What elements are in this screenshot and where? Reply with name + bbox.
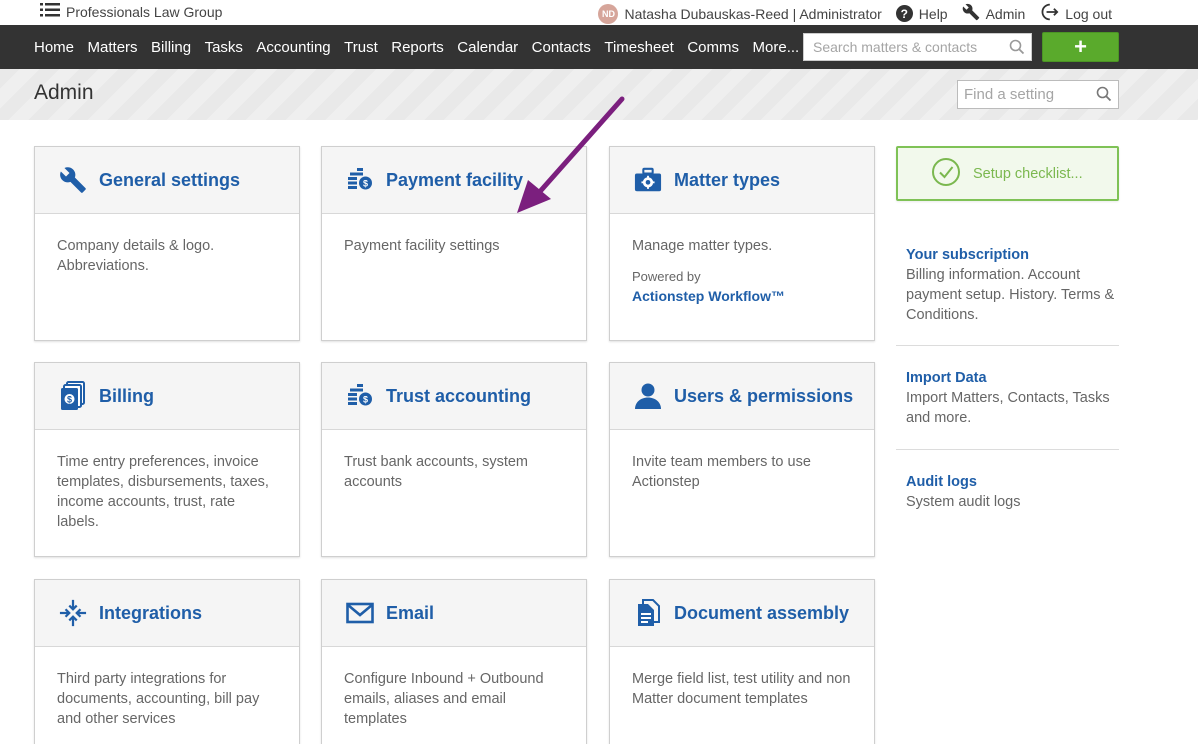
- toolbox-gear-icon: [634, 166, 662, 194]
- side-link-description: Import Matters, Contacts, Tasks and more…: [906, 390, 1110, 426]
- logout-link[interactable]: Log out: [1039, 3, 1112, 24]
- card-users-permissions[interactable]: Users & permissions Invite team members …: [609, 362, 875, 557]
- user-menu[interactable]: ND Natasha Dubauskas-Reed | Administrato…: [598, 3, 882, 24]
- side-link-subscription: Your subscription Billing information. A…: [906, 245, 1119, 325]
- card-description: Configure Inbound + Outbound emails, ali…: [344, 671, 544, 727]
- card-trust-accounting[interactable]: $ Trust accounting Trust bank accounts, …: [321, 362, 587, 557]
- find-setting-input[interactable]: [958, 81, 1088, 108]
- side-link-description: System audit logs: [906, 494, 1021, 510]
- user-name: Natasha Dubauskas-Reed | Administrator: [624, 5, 882, 22]
- integrations-icon: [59, 599, 87, 627]
- svg-text:$: $: [363, 179, 368, 189]
- card-title: Payment facility: [386, 169, 524, 190]
- card-general-settings[interactable]: General settings Company details & logo.…: [34, 146, 300, 341]
- card-title: Trust accounting: [386, 385, 532, 406]
- help-icon: ?: [895, 5, 913, 22]
- global-search: [803, 33, 1032, 61]
- main-nav: Home Matters Billing Tasks Accounting Tr…: [0, 25, 1198, 69]
- svg-text:$: $: [67, 395, 72, 405]
- card-matter-types[interactable]: Matter types Manage matter types. Powere…: [609, 146, 875, 341]
- side-link-import: Import Data Import Matters, Contacts, Ta…: [906, 368, 1119, 428]
- top-utility-bar: Professionals Law Group ND Natasha Dubau…: [0, 0, 1198, 25]
- find-setting-box: [957, 80, 1119, 109]
- card-title: Document assembly: [674, 602, 850, 623]
- search-icon[interactable]: [1009, 39, 1025, 60]
- nav-comms[interactable]: Comms: [687, 39, 739, 56]
- card-description: Time entry preferences, invoice template…: [57, 454, 269, 530]
- setup-checklist-button[interactable]: Setup checklist...: [896, 146, 1119, 201]
- add-new-button[interactable]: +: [1042, 32, 1119, 62]
- card-description: Payment facility settings: [344, 238, 500, 254]
- document-icon: [634, 599, 662, 627]
- card-billing[interactable]: $ Billing Time entry preferences, invoic…: [34, 362, 300, 557]
- nav-tasks[interactable]: Tasks: [205, 39, 243, 56]
- nav-contacts[interactable]: Contacts: [532, 39, 591, 56]
- check-circle-icon: [931, 157, 961, 191]
- card-description: Company details & logo. Abbreviations.: [57, 238, 215, 274]
- wrench-icon: [962, 3, 980, 24]
- actionstep-workflow-link[interactable]: Actionstep Workflow™: [632, 286, 852, 306]
- wrench-icon: [59, 166, 87, 194]
- nav-home[interactable]: Home: [34, 39, 74, 56]
- coins-icon: $: [346, 382, 374, 410]
- card-title: Users & permissions: [674, 385, 854, 406]
- search-input[interactable]: [804, 34, 1004, 60]
- page-header: Admin: [0, 69, 1198, 120]
- admin-label: Admin: [985, 5, 1026, 22]
- nav-calendar[interactable]: Calendar: [457, 39, 518, 56]
- avatar: ND: [598, 3, 619, 24]
- audit-logs-link[interactable]: Audit logs: [906, 472, 1119, 492]
- logout-label: Log out: [1065, 5, 1112, 22]
- nav-timesheet[interactable]: Timesheet: [604, 39, 673, 56]
- card-title: Email: [386, 602, 435, 623]
- nav-matters[interactable]: Matters: [88, 39, 138, 56]
- nav-billing[interactable]: Billing: [151, 39, 191, 56]
- search-icon[interactable]: [1096, 86, 1112, 107]
- card-title: General settings: [99, 169, 241, 190]
- card-description: Third party integrations for documents, …: [57, 671, 260, 727]
- import-data-link[interactable]: Import Data: [906, 368, 1119, 388]
- help-link[interactable]: ? Help: [895, 5, 948, 22]
- divider: [896, 345, 1119, 346]
- admin-link[interactable]: Admin: [962, 3, 1026, 24]
- envelope-icon: [346, 599, 374, 627]
- nav-reports[interactable]: Reports: [391, 39, 444, 56]
- your-subscription-link[interactable]: Your subscription: [906, 245, 1119, 265]
- side-link-audit: Audit logs System audit logs: [906, 472, 1119, 512]
- nav-trust[interactable]: Trust: [344, 39, 378, 56]
- card-document-assembly[interactable]: Document assembly Merge field list, test…: [609, 579, 875, 744]
- card-title: Billing: [99, 385, 154, 406]
- brand[interactable]: Professionals Law Group: [40, 3, 222, 20]
- card-description: Trust bank accounts, system accounts: [344, 454, 529, 490]
- user-icon: [634, 382, 662, 410]
- nav-more[interactable]: More...: [753, 39, 800, 56]
- logout-icon: [1039, 3, 1059, 24]
- card-description: Manage matter types.: [632, 238, 773, 254]
- card-title: Integrations: [99, 602, 203, 623]
- side-link-description: Billing information. Account payment set…: [906, 267, 1115, 323]
- divider: [896, 449, 1119, 450]
- svg-text:$: $: [363, 395, 368, 405]
- card-integrations[interactable]: Integrations Third party integrations fo…: [34, 579, 300, 744]
- card-title: Matter types: [674, 169, 781, 190]
- firm-name: Professionals Law Group: [66, 3, 223, 20]
- card-payment-facility[interactable]: $ Payment facility Payment facility sett…: [321, 146, 587, 341]
- money-stack-icon: $: [59, 381, 87, 410]
- card-description: Merge field list, test utility and non M…: [632, 671, 851, 707]
- card-description: Invite team members to use Actionstep: [632, 454, 811, 490]
- help-label: Help: [918, 5, 948, 22]
- page-title: Admin: [34, 81, 94, 104]
- powered-by-label: Powered by: [632, 269, 701, 284]
- coins-icon: $: [346, 166, 374, 194]
- setup-checklist-label: Setup checklist...: [973, 165, 1083, 182]
- card-email[interactable]: Email Configure Inbound + Outbound email…: [321, 579, 587, 744]
- hamburger-menu-icon[interactable]: [40, 3, 60, 20]
- nav-accounting[interactable]: Accounting: [256, 39, 330, 56]
